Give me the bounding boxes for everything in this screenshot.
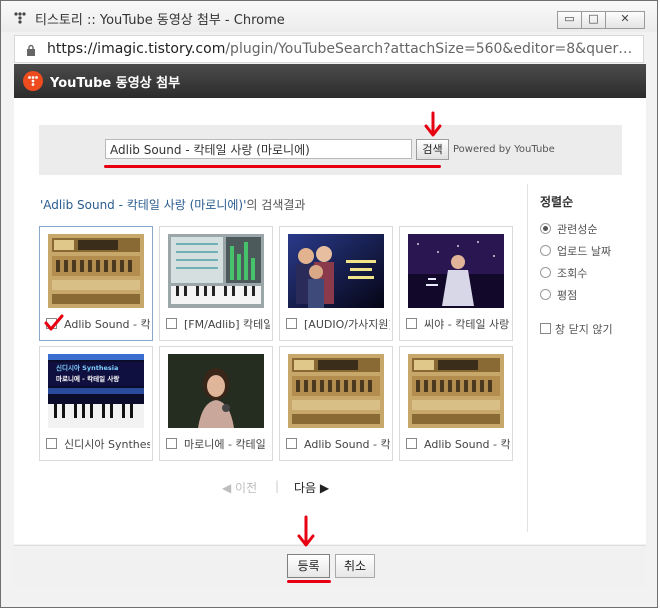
next-page-link[interactable]: 다음 ▶ [294,479,329,496]
results-suffix: 의 검색결과 [246,198,306,212]
sort-label-views: 조회수 [557,267,588,280]
result-card[interactable]: [AUDIO/가사지원] [279,226,393,341]
video-thumbnail: 신디시아 Synthesia 마로니에 - 칵테일 사랑 [48,354,144,428]
url-host: https://imagic.tistory.com [47,41,226,57]
video-thumbnail [408,234,504,308]
url-text: https://imagic.tistory.com/plugin/YouTub… [47,41,639,57]
minimize-button[interactable]: ▭ [557,11,582,29]
video-title: [FM/Adlib] 칵테일 사랑 [184,318,270,331]
results-heading: 'Adlib Sound - 칵테일 사랑 (마로니에)'의 검색결과 [40,196,305,213]
sort-label-relevance: 관련성순 [557,223,598,236]
lock-icon [27,44,35,56]
video-thumbnail [408,354,504,428]
sort-radio-relevance[interactable] [540,223,551,234]
red-underline-submit [287,580,331,583]
video-select-checkbox[interactable] [286,318,297,329]
tistory-logo-icon [23,71,43,91]
prev-page-link[interactable]: ◀ 이전 [222,479,257,496]
video-select-checkbox[interactable] [406,438,417,449]
red-check-annotation [44,314,64,331]
tistory-app-icon [14,12,26,24]
search-button[interactable]: 검색 [416,139,449,160]
results-query: 'Adlib Sound - 칵테일 사랑 (마로니에)' [40,198,247,212]
video-title: 신디시아 Synthesia [64,438,150,451]
video-thumbnail [288,354,384,428]
cancel-button[interactable]: 취소 [335,554,375,578]
title-bar: 티스토리 :: YouTube 동영상 첨부 - Chrome ▭ □ ✕ [1,1,657,32]
result-card[interactable]: Adlib Sound - 칵테일 [279,346,393,461]
keep-window-checkbox[interactable] [540,323,551,334]
powered-by-label: Powered by YouTube [453,144,555,155]
video-thumbnail [288,234,384,308]
maximize-button[interactable]: □ [581,11,606,29]
url-path: /plugin/YouTubeSearch?attachSize=560&edi… [225,41,639,57]
result-card[interactable]: [FM/Adlib] 칵테일 사랑 [159,226,273,341]
video-thumbnail [168,234,264,308]
sort-heading: 정렬순 [540,195,574,209]
video-select-checkbox[interactable] [166,438,177,449]
sort-label-rating: 평점 [557,289,578,302]
search-input[interactable] [105,139,412,159]
sort-radio-views[interactable] [540,267,551,278]
close-button[interactable]: ✕ [605,11,645,29]
video-select-checkbox[interactable] [46,438,57,449]
sort-radio-upload-date[interactable] [540,245,551,256]
address-bar[interactable]: https://imagic.tistory.com/plugin/YouTub… [14,35,644,63]
video-title: Adlib Sound - 칵테일 [64,318,150,331]
thumb-caption-2: 마로니에 - 칵테일 사랑 [56,374,119,383]
red-arrow-annotation-search [424,111,442,137]
sidebar-divider [527,184,528,532]
video-title: Adlib Sound - 칵테일 [424,438,510,451]
result-card[interactable]: 씨야 - 칵테일 사랑 [399,226,513,341]
result-card[interactable]: Adlib Sound - 칵테일 [399,346,513,461]
video-select-checkbox[interactable] [286,438,297,449]
video-title: 씨야 - 칵테일 사랑 [424,318,510,331]
window-title: 티스토리 :: YouTube 동영상 첨부 - Chrome [35,13,285,28]
result-card[interactable]: 신디시아 Synthesia 마로니에 - 칵테일 사랑 신디시아 Synthe… [39,346,153,461]
submit-button[interactable]: 등록 [287,554,330,578]
video-title: [AUDIO/가사지원] [304,318,390,331]
keep-window-label: 창 닫지 않기 [555,323,613,336]
sort-label-upload-date: 업로드 날짜 [557,245,612,258]
video-select-checkbox[interactable] [166,318,177,329]
result-card[interactable]: 마로니에 - 칵테일 사랑 [159,346,273,461]
red-underline-search [104,165,441,168]
pager-separator: | [275,479,280,493]
video-thumbnail [168,354,264,428]
sort-radio-rating[interactable] [540,289,551,300]
video-title: 마로니에 - 칵테일 사랑 [184,438,270,451]
dialog-header: YouTube 동영상 첨부 [14,64,646,98]
dialog-title: YouTube 동영상 첨부 [50,76,181,91]
video-title: Adlib Sound - 칵테일 [304,438,390,451]
red-arrow-annotation-submit [297,515,315,547]
video-select-checkbox[interactable] [406,318,417,329]
video-thumbnail [48,234,144,308]
thumb-caption-1: 신디시아 Synthesia [56,363,118,372]
